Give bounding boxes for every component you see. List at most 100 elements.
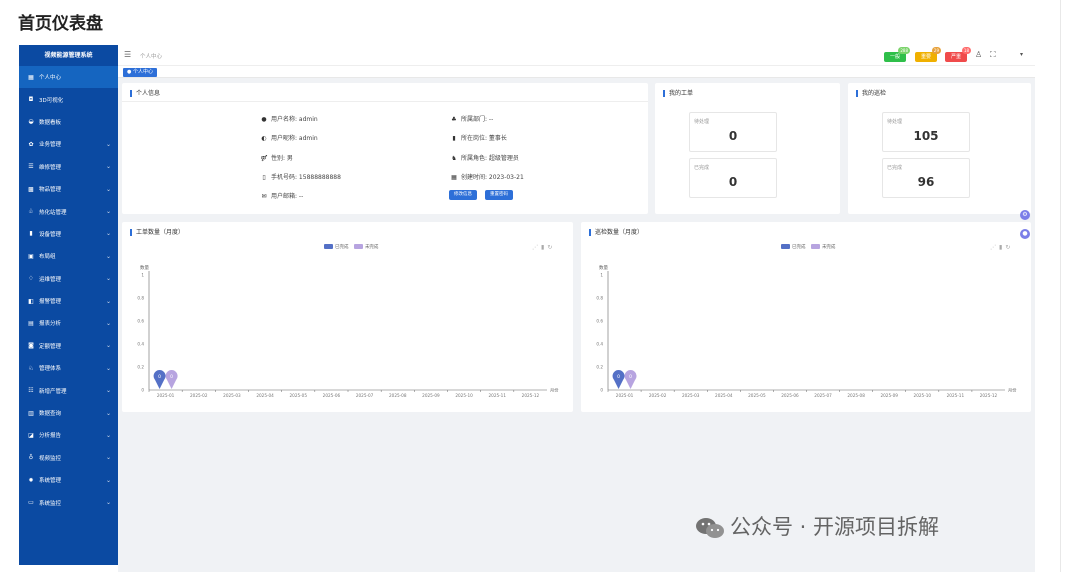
reset-password-button[interactable]: 重置密码	[485, 190, 513, 200]
y-tick-label: 0.2	[137, 365, 144, 370]
inspection-done-stat[interactable]: 已完成 96	[882, 158, 970, 198]
user-dropdown-icon[interactable]: ▾	[1020, 51, 1023, 58]
menu-toggle-icon[interactable]: ☰	[124, 50, 131, 59]
sidebar-item[interactable]: ♢ 运维管理 ⌄	[19, 268, 118, 290]
y-tick-label: 0.6	[137, 319, 144, 324]
breadcrumb[interactable]: 个人中心	[140, 52, 162, 60]
alarm-important-badge: 29	[931, 47, 942, 54]
user-tag-icon: ◐	[261, 135, 267, 143]
inspection-chart: 数量 0 0.2 0.4 0.6 0.8 1 月份 2025-01 2025-02 2025-03 2…	[596, 264, 1017, 398]
alarm-critical-chip[interactable]: 严重 18	[945, 47, 972, 62]
camera-icon: ♁	[28, 454, 34, 462]
data-label: 0	[158, 374, 161, 380]
alarm-general-badge: 288	[898, 47, 911, 54]
dot-icon: ●	[127, 69, 132, 75]
x-tick-label: 2025-07	[356, 393, 374, 398]
data-label: 0	[170, 374, 173, 380]
sidebar-item[interactable]: ◙ 定额管理 ⌄	[19, 335, 118, 357]
sidebar-item[interactable]: ▩ 物品管理 ⌄	[19, 178, 118, 200]
workorder-chart: 数量 0 0.2 0.4 0.6 0.8 1 月份 2025-01 2025-02 2025-03 2…	[137, 264, 559, 398]
sidebar-item[interactable]: ☰ 维修管理 ⌄	[19, 156, 118, 178]
alarm-general-chip[interactable]: 一般 288	[884, 47, 911, 62]
inspection-chart-card: 巡检数量（月度） 已完成 未完成 ⋰▮↻ 数量 0 0.2 0.4 0.6 0.8 1 月份 2…	[581, 222, 1031, 412]
sidebar-item[interactable]: ▥ 数据查询 ⌄	[19, 402, 118, 424]
tab-personal-center[interactable]: ● 个人中心	[123, 68, 157, 77]
sidebar-item[interactable]: ▦ 个人中心	[19, 66, 118, 89]
sidebar-item[interactable]: ◧ 报警管理 ⌄	[19, 290, 118, 312]
org-icon: ♣	[451, 116, 457, 123]
page-title: 首页仪表盘	[18, 14, 103, 34]
y-tick-label: 0.8	[137, 296, 144, 301]
sidebar-item[interactable]: ▤ 报表分析 ⌄	[19, 312, 118, 334]
x-tick-label: 2025-05	[290, 393, 308, 398]
inspection-pending-stat[interactable]: 待处理 105	[882, 112, 970, 152]
sidebar-item-label: 视频监控	[39, 455, 62, 462]
chevron-down-icon: ⌄	[105, 185, 111, 193]
profile-field-text: 性别: 男	[271, 154, 293, 162]
data-label: 0	[617, 374, 620, 380]
sidebar-item[interactable]: ◘ 3D可视化	[19, 88, 118, 110]
profile-field: ▦ 创建时间: 2023-03-21	[450, 172, 524, 181]
asset-icon: ☷	[28, 387, 34, 395]
fullscreen-icon[interactable]: ⛶	[990, 50, 996, 60]
app-main: ☰ 个人中心 一般 288 重要 29 严重 18 ♙ ⛶ ▾ ● 个人中心 个人信息…	[118, 45, 1035, 572]
sidebar-item[interactable]: ▣ 布局组 ⌄	[19, 245, 118, 267]
sidebar-item-label: 报表分析	[39, 321, 62, 328]
calendar-icon: ▦	[451, 173, 457, 181]
sidebar-item[interactable]: ☷ 新增产管理 ⌄	[19, 379, 118, 401]
sidebar-item[interactable]: ♘ 管理体系 ⌄	[19, 357, 118, 379]
sidebar-item-label: 业务管理	[39, 142, 62, 149]
profile-field: ◐ 用户昵称: admin	[260, 133, 318, 143]
shirt-icon[interactable]: ♙	[975, 50, 982, 59]
sidebar-item[interactable]: ▮ 设备管理 ⌄	[19, 223, 118, 245]
monitor-icon: ▭	[28, 499, 34, 507]
chevron-down-icon: ⌄	[105, 476, 111, 484]
sidebar-item[interactable]: ▭ 系统监控 ⌄	[19, 491, 118, 513]
wechat-icon	[696, 518, 724, 538]
sidebar-item[interactable]: ◒ 数据看板	[19, 111, 118, 133]
sidebar-item[interactable]: ♧ 热化站管理 ⌄	[19, 200, 118, 222]
sidebar-item-label: 物品管理	[39, 187, 62, 194]
workorder-done-value: 0	[728, 175, 738, 189]
sidebar-item[interactable]: ◪ 分析报告 ⌄	[19, 424, 118, 446]
x-tick-label: 2025-09	[422, 393, 440, 398]
x-tick-label: 2025-07	[814, 393, 832, 398]
settings-icon: ✹	[28, 476, 34, 484]
sidebar-item-label: 管理体系	[39, 366, 62, 373]
post-icon: ▮	[452, 135, 456, 143]
x-tick-label: 2025-01	[157, 393, 175, 398]
sidebar-item-label: 系统管理	[39, 478, 62, 485]
profile-field-text: 用户昵称: admin	[271, 135, 318, 143]
y-tick-label: 0.4	[137, 342, 144, 347]
profile-field-text: 用户邮箱: --	[271, 193, 304, 201]
y-tick-label: 0	[141, 388, 144, 393]
y-tick-label: 1	[600, 273, 603, 278]
x-tick-label: 2025-10	[914, 393, 932, 398]
ops-icon: ♢	[28, 275, 34, 283]
sidebar-item[interactable]: ✿ 业务管理 ⌄	[19, 133, 118, 155]
workorder-pending-stat[interactable]: 待处理 0	[689, 112, 777, 152]
chat-float-icon[interactable]: ●	[1020, 229, 1030, 239]
workorder-done-stat[interactable]: 已完成 0	[689, 158, 777, 198]
workorder-pending-value: 0	[728, 129, 738, 143]
sidebar-item-label: 3D可视化	[39, 97, 64, 104]
edit-profile-button[interactable]: 修改信息	[449, 190, 477, 200]
wrench-icon: ☰	[28, 163, 34, 171]
quota-icon: ◙	[28, 342, 34, 350]
sidebar-item[interactable]: ♁ 视频监控 ⌄	[19, 447, 118, 469]
profile-field: ♣ 所属部门: --	[450, 114, 493, 123]
layout-icon: ▣	[28, 252, 34, 260]
workorder-chart-card: 工单数量（月度） 已完成 未完成 ⋰▮↻ 数量 0 0.2 0.4 0.6 0.8 1 月份 2…	[122, 222, 573, 412]
inspection-done-value: 96	[917, 175, 935, 189]
profile-field-text: 所属角色: 超级管理员	[461, 154, 519, 162]
sidebar-item-label: 个人中心	[39, 75, 62, 82]
user-icon: ●	[261, 116, 267, 123]
query-icon: ▥	[28, 409, 34, 417]
x-tick-label: 2025-04	[715, 393, 733, 398]
x-tick-label: 2025-06	[323, 393, 341, 398]
sidebar-item[interactable]: ✹ 系统管理 ⌄	[19, 469, 118, 491]
chevron-down-icon: ⌄	[105, 140, 111, 148]
settings-float-icon[interactable]: ⚙	[1020, 210, 1030, 220]
alarm-important-chip[interactable]: 重要 29	[915, 47, 942, 62]
y-tick-label: 0	[600, 388, 603, 393]
